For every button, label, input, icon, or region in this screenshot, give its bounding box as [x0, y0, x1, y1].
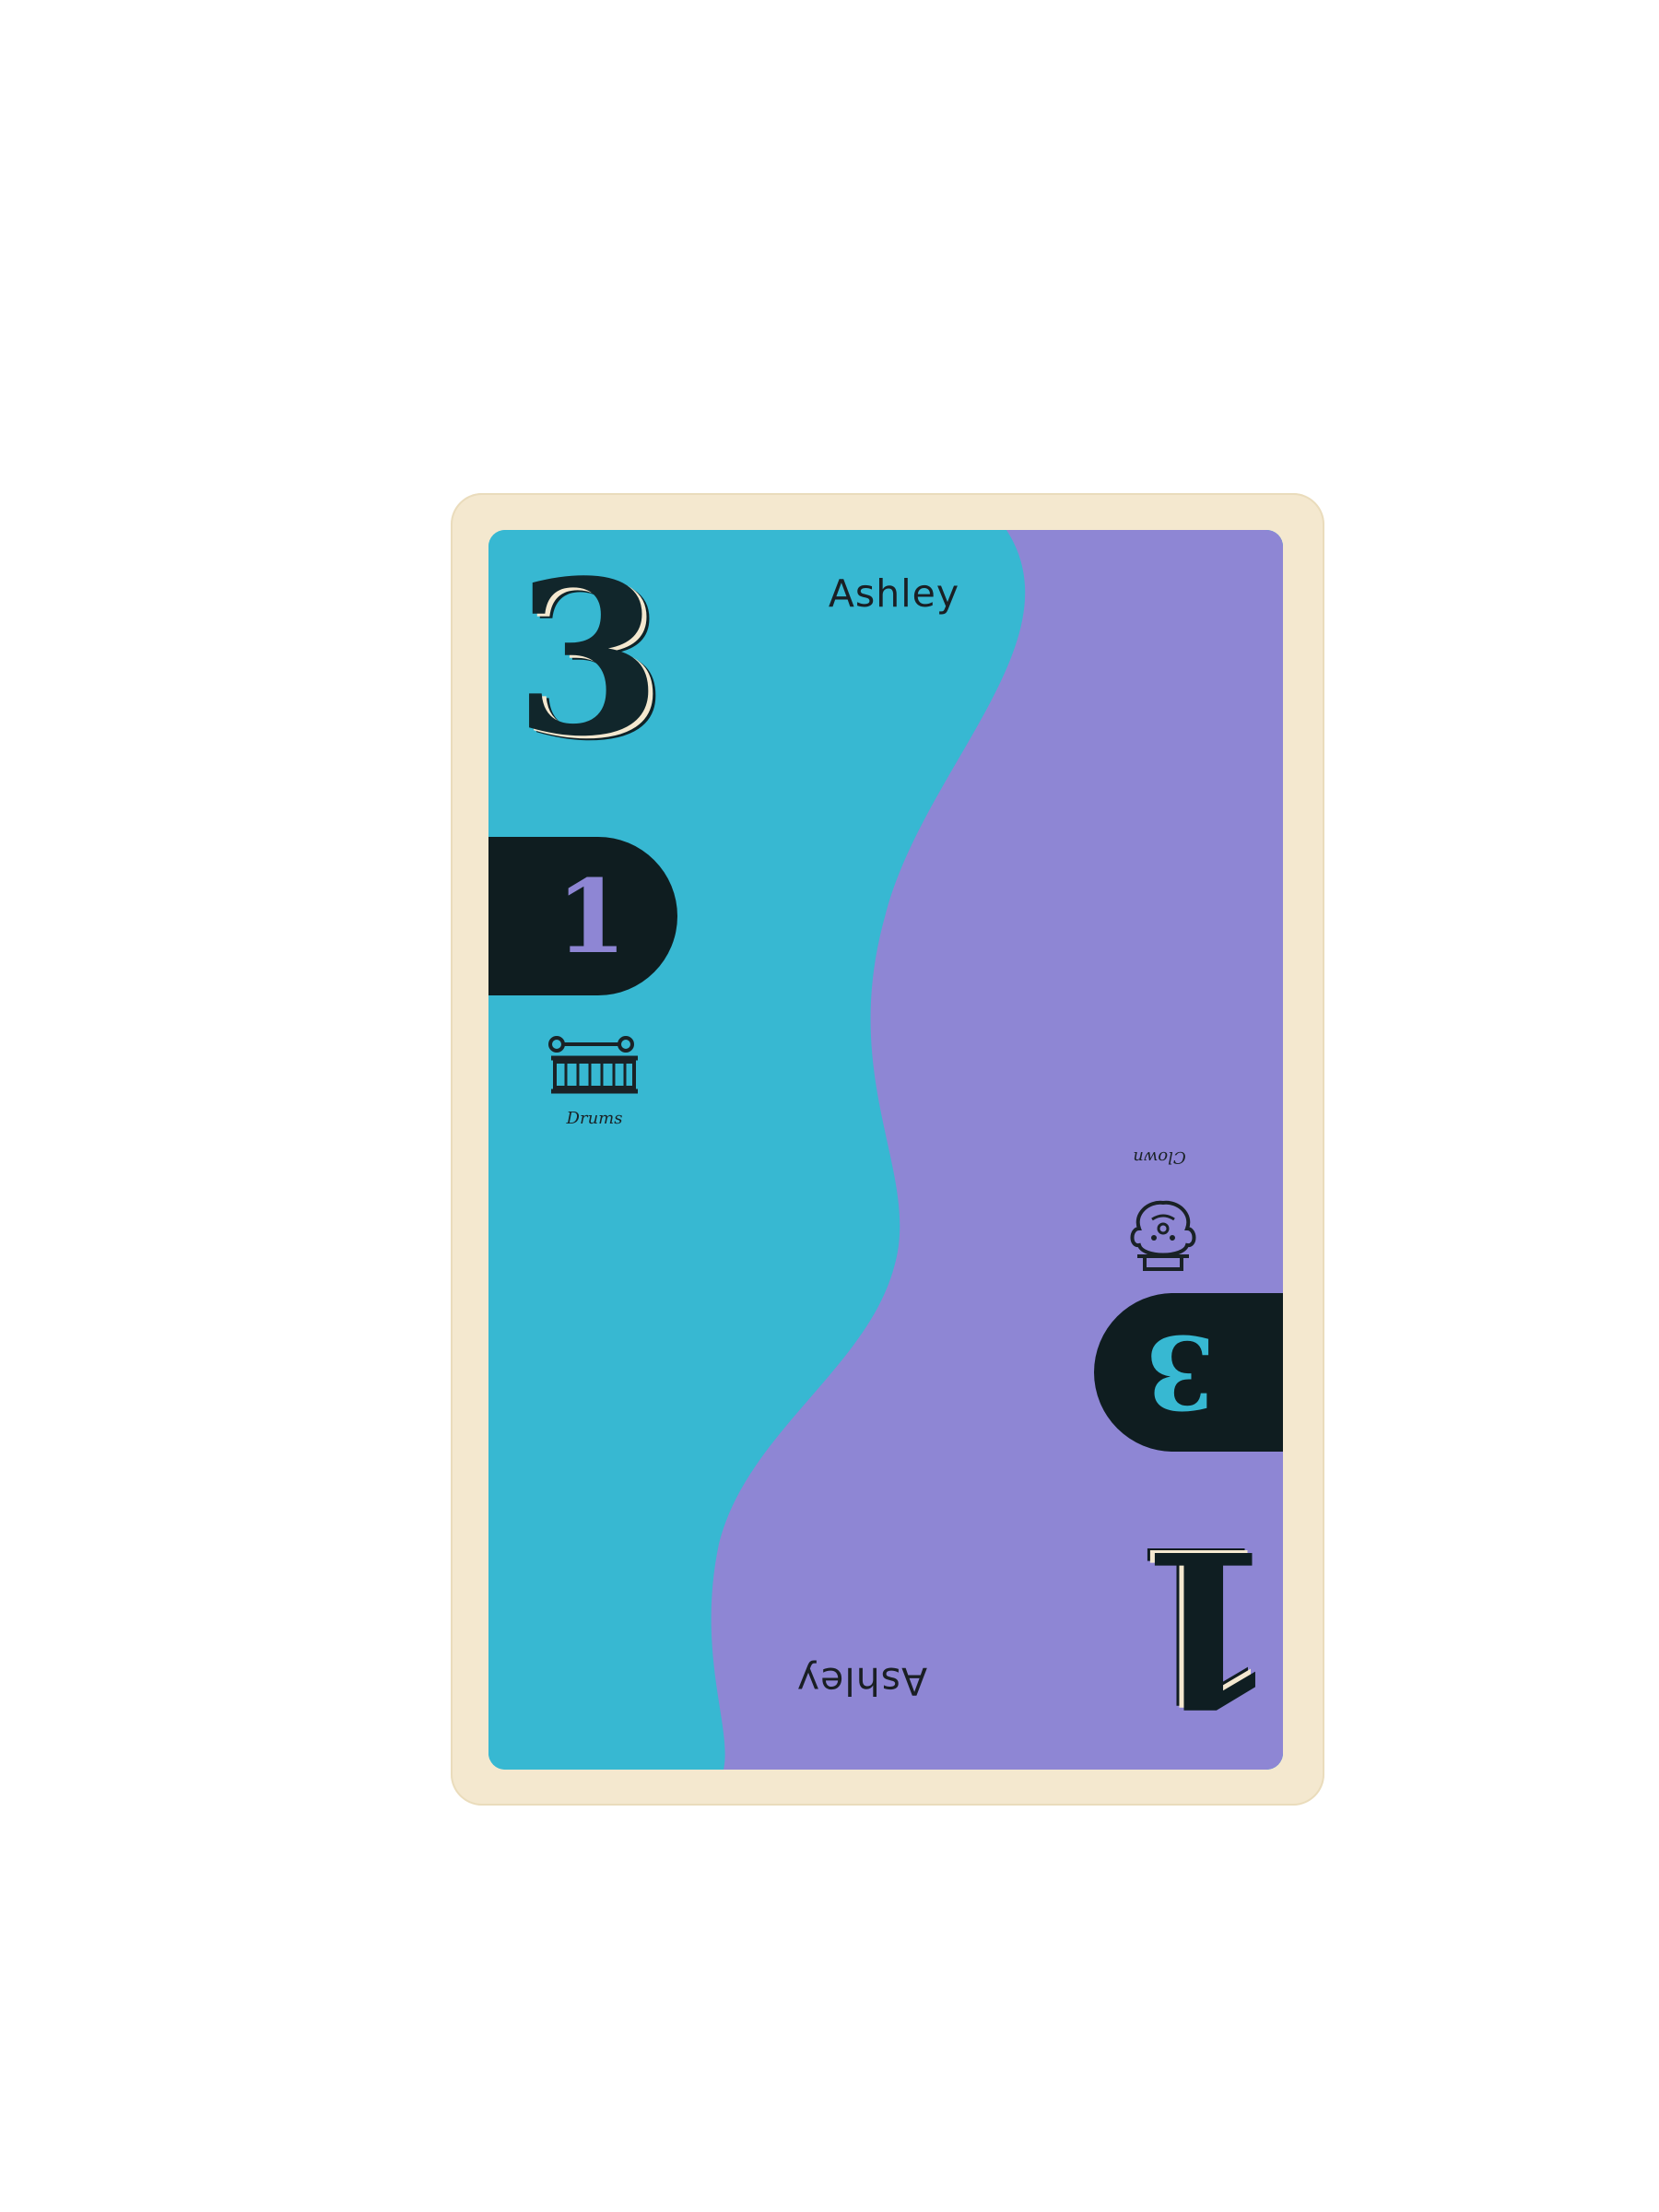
big-number-bottom: 1 [1134, 1502, 1282, 1751]
icon-label-bottom: Clown [1133, 1147, 1186, 1167]
card-name-top: Ashley [828, 571, 960, 616]
card-face: Ashley Ashley 3 1 1 3 Drums Clown [488, 530, 1283, 1770]
small-number-top: 1 [556, 856, 627, 976]
card-name-bottom: Ashley [795, 1659, 928, 1703]
icon-label-top: Drums [566, 1109, 623, 1128]
number-tab-top: 1 [488, 837, 677, 995]
big-number-top: 3 [514, 535, 663, 783]
playing-card[interactable]: Ashley Ashley 3 1 1 3 Drums Clown [451, 493, 1324, 1806]
photo-background: Ashley Ashley 3 1 1 3 Drums Clown [0, 0, 1659, 2212]
number-tab-bottom: 3 [1094, 1293, 1283, 1452]
clown-icon [1126, 1192, 1200, 1275]
small-number-bottom: 3 [1145, 1312, 1216, 1432]
drums-icon [544, 1032, 645, 1097]
